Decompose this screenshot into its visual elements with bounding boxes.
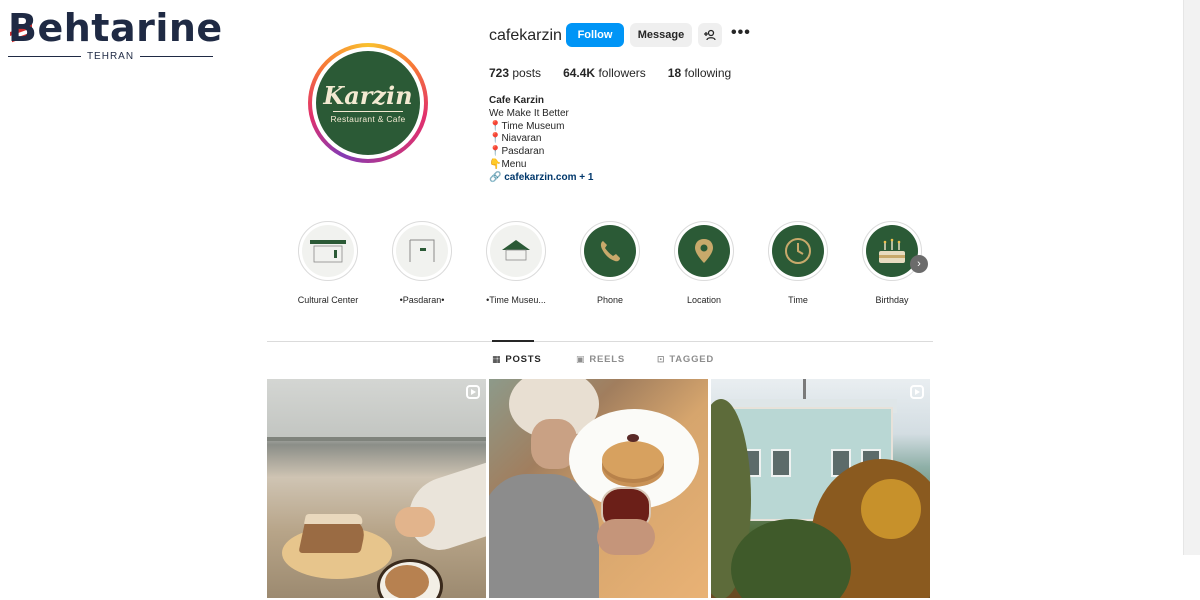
avatar-logo-word: Karzin [323,80,413,110]
bio-line: 📍Niavaran [489,133,542,145]
bio-link-extra[interactable]: + 1 [579,172,593,183]
watermark-city: TEHRAN [8,50,213,62]
reels-icon: ▣ [576,354,586,364]
highlight-label: Phone [596,295,624,305]
tab-tagged[interactable]: ⊡ TAGGED [657,354,714,365]
cultural-center-thumbnail [310,240,346,263]
posts-stat: 723 posts [489,66,542,80]
highlights-next-button[interactable]: › [910,255,928,273]
suggest-users-button[interactable] [698,23,722,47]
highlight-label: Cultural Center [297,295,359,305]
add-user-icon [704,29,716,41]
pin-icon: 📍 [489,133,502,145]
tab-reels[interactable]: ▣ REELS [576,354,625,365]
post-thumbnail[interactable] [711,379,930,598]
bio-link-row[interactable]: 🔗 cafekarzin.com + 1 [489,172,593,185]
watermark-city-label: TEHRAN [86,50,135,62]
profile-username: cafekarzin [489,27,562,44]
bio-name: Cafe Karzin [489,95,545,106]
scrollbar[interactable] [1183,0,1200,555]
highlight-pasdaran[interactable]: •Pasdaran• [384,221,460,305]
chevron-right-icon: › [917,258,921,270]
bio-link[interactable]: cafekarzin.com [504,172,576,183]
reel-icon [910,385,924,399]
post-thumbnail[interactable] [489,379,708,598]
avatar-logo-sub: Restaurant & Cafe [330,113,406,124]
bio-line: We Make It Better [489,107,569,119]
pin-icon: 📍 [489,120,502,132]
profile-avatar-story-ring[interactable]: Karzin Restaurant & Cafe [308,43,428,163]
tag-icon: ⊡ [657,354,666,364]
bio-line: 📍Time Museum [489,120,565,132]
post-thumbnail[interactable] [267,379,486,598]
highlight-cultural-center[interactable]: Cultural Center [290,221,366,305]
bio-line: 👇Menu [489,158,527,170]
followers-stat[interactable]: 64.4K followers [563,66,646,80]
following-stat[interactable]: 18 following [668,66,731,80]
highlight-time[interactable]: Time [760,221,836,305]
follow-button[interactable]: Follow [566,23,624,47]
story-highlights: Cultural Center •Pasdaran• •Time Museu..… [290,221,940,311]
highlight-label: Birthday [875,295,909,305]
watermark-word: Behtarine [8,6,223,50]
pin-icon: 📍 [489,146,502,158]
pointing-hand-icon: 👇 [489,158,502,170]
tabs-divider [267,341,933,342]
more-options-button[interactable]: ••• [731,24,751,42]
tab-posts[interactable]: ▦ POSTS [492,354,542,365]
profile-stats: 723 posts 64.4K followers 18 following [489,66,731,80]
highlight-time-museum[interactable]: •Time Museu... [478,221,554,305]
clock-icon [785,238,811,264]
location-pin-icon [695,239,713,263]
profile-avatar[interactable]: Karzin Restaurant & Cafe [316,51,420,155]
link-icon: 🔗 [489,171,502,183]
active-tab-indicator [492,340,534,342]
highlight-phone[interactable]: Phone [572,221,648,305]
time-museum-thumbnail [502,240,530,261]
pasdaran-thumbnail [409,239,435,262]
grid-icon: ▦ [492,354,502,364]
bio-line: 📍Pasdaran [489,146,545,158]
highlight-location[interactable]: Location [666,221,742,305]
phone-icon [600,241,620,262]
cake-icon [879,238,905,263]
highlight-label: Time [788,295,808,305]
reel-icon [466,385,480,399]
highlight-label: •Pasdaran• [399,295,445,305]
highlight-label: Location [686,295,722,305]
highlight-label: •Time Museu... [486,295,546,305]
message-button[interactable]: Message [630,23,692,47]
profile-bio: Cafe Karzin We Make It Better 📍Time Muse… [489,95,593,185]
watermark-logo: Behtarine TEHRAN [8,6,222,62]
